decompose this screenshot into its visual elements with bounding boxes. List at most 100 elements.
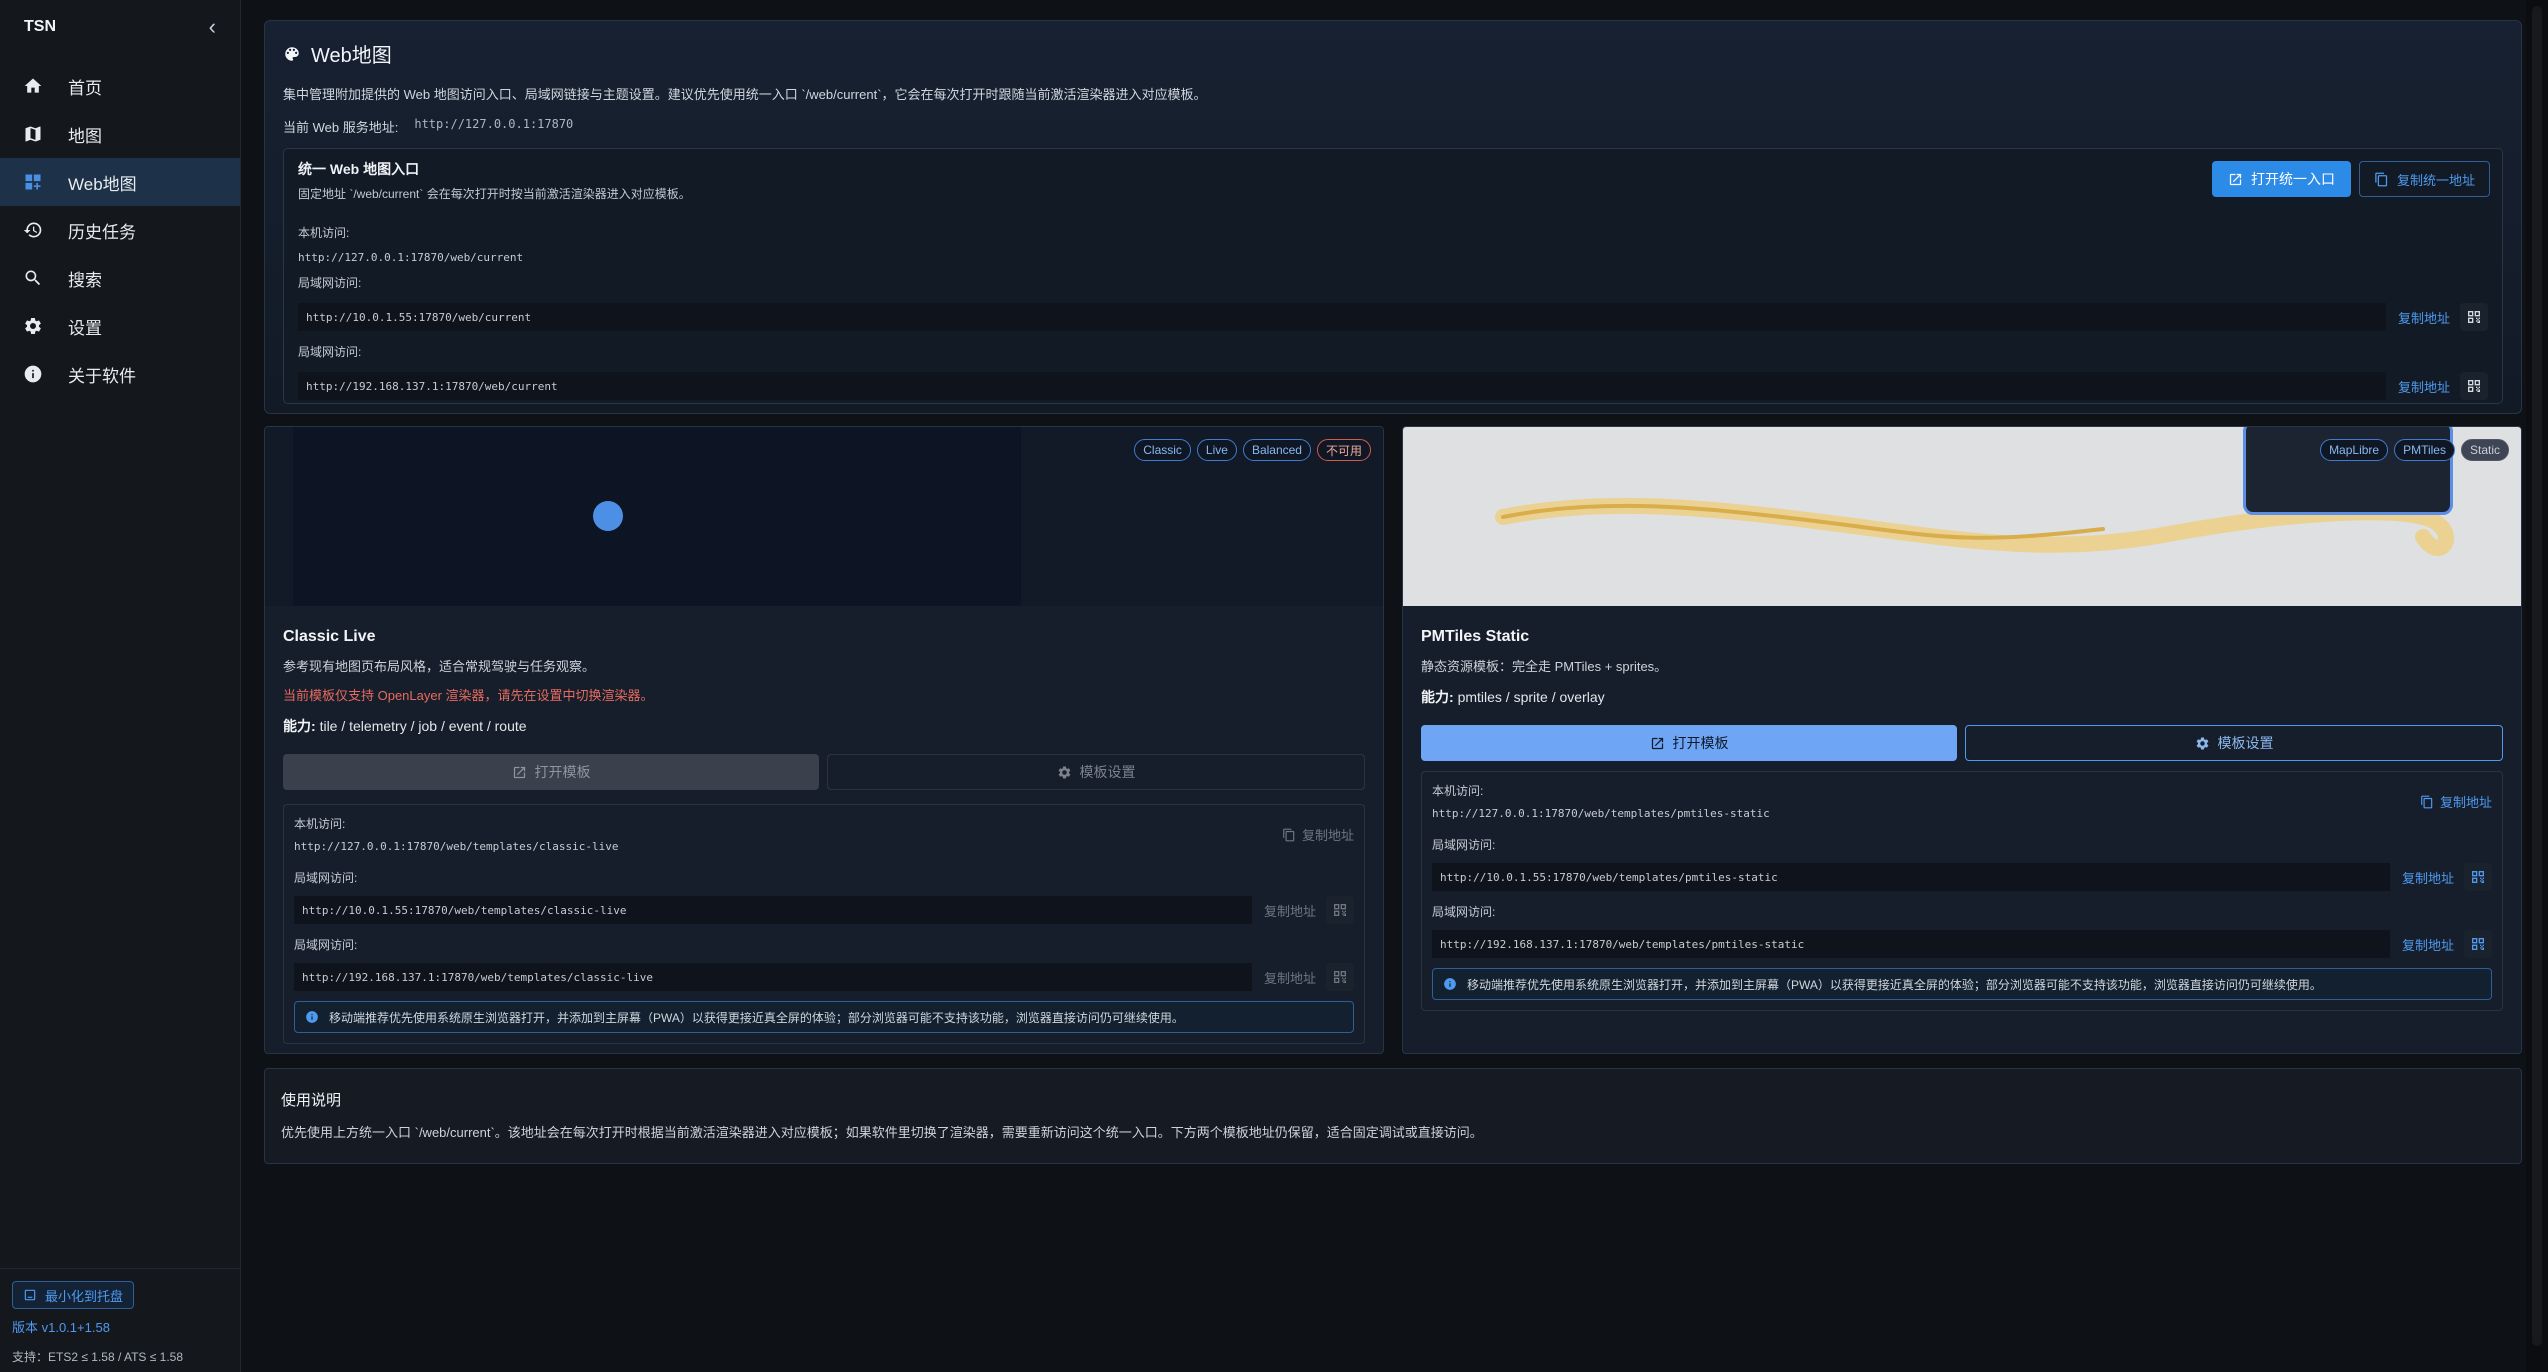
sidebar-item-label: 首页 xyxy=(68,78,102,98)
sidebar-item-label: 关于软件 xyxy=(68,366,136,386)
sidebar-item-settings[interactable]: 设置 xyxy=(0,302,240,350)
copy-address-link[interactable]: 复制地址 xyxy=(1264,901,1316,920)
qr-code-button[interactable] xyxy=(1326,963,1354,991)
template-settings-label: 模板设置 xyxy=(1079,764,1136,780)
chevron-left-icon[interactable]: ‹ xyxy=(209,14,216,40)
local-access-label: 本机访问: xyxy=(294,817,346,831)
sidebar-item-search[interactable]: 搜索 xyxy=(0,254,240,302)
service-address-url: http://127.0.0.1:17870 xyxy=(414,117,574,131)
tag-badge: PMTiles xyxy=(2394,439,2455,461)
lan-url-field[interactable]: http://10.0.1.55:17870/web/templates/pmt… xyxy=(1432,863,2390,891)
open-template-button[interactable]: 打开模板 xyxy=(283,754,819,790)
local-access-label: 本机访问: xyxy=(1432,784,1484,798)
qr-code-button[interactable] xyxy=(2460,372,2488,400)
qr-code-button[interactable] xyxy=(2464,863,2492,891)
copy-unified-address-button[interactable]: 复制统一地址 xyxy=(2358,161,2490,197)
scrollbar-thumb[interactable] xyxy=(2532,6,2542,1346)
copy-address-button[interactable]: 复制地址 xyxy=(1282,825,1354,844)
copy-address-link[interactable]: 复制地址 xyxy=(2402,935,2454,954)
copy-address-link[interactable]: 复制地址 xyxy=(2398,377,2450,396)
qr-code-button[interactable] xyxy=(2464,930,2492,958)
gear-icon xyxy=(1058,766,1070,778)
local-access-url: http://127.0.0.1:17870/web/templates/pmt… xyxy=(1432,807,1770,820)
lan-url-field[interactable]: http://192.168.137.1:17870/web/current xyxy=(298,372,2386,400)
template-title: PMTiles Static xyxy=(1421,628,1530,645)
copy-icon xyxy=(2421,795,2433,808)
external-link-icon xyxy=(1651,737,1663,749)
qr-code-button[interactable] xyxy=(1326,896,1354,924)
tag-badge: Balanced xyxy=(1242,439,1311,461)
open-template-label: 打开模板 xyxy=(1672,735,1729,751)
copy-icon xyxy=(1283,828,1295,841)
lan-url-field[interactable]: http://10.0.1.55:17870/web/templates/cla… xyxy=(294,896,1252,924)
lan-access-label: 局域网访问: xyxy=(298,276,362,290)
template-tags: Classic Live Balanced 不可用 xyxy=(1134,439,1371,461)
local-access-label: 本机访问: xyxy=(298,226,350,240)
sidebar-item-map[interactable]: 地图 xyxy=(0,110,240,158)
unified-entry-card: 统一 Web 地图入口 固定地址 `/web/current` 会在每次打开时按… xyxy=(283,148,2503,404)
unavailable-badge: 不可用 xyxy=(1316,439,1371,461)
sidebar-item-home[interactable]: 首页 xyxy=(0,62,240,110)
pwa-notice-text: 移动端推荐优先使用系统原生浏览器打开，并添加到主屏幕（PWA）以获得更接近真全屏… xyxy=(1467,977,2322,992)
copy-unified-address-label: 复制统一地址 xyxy=(2396,172,2475,188)
sidebar-item-history[interactable]: 历史任务 xyxy=(0,206,240,254)
palette-icon xyxy=(285,46,299,61)
preview-map-area xyxy=(293,427,1021,606)
sidebar-item-about[interactable]: 关于软件 xyxy=(0,350,240,398)
minimize-to-tray-button[interactable]: 最小化到托盘 xyxy=(12,1281,135,1309)
copy-address-button[interactable]: 复制地址 xyxy=(2420,792,2492,811)
qr-code-icon xyxy=(2468,311,2480,323)
lan-access-label: 局域网访问: xyxy=(294,938,358,952)
page-scrollbar[interactable] xyxy=(2526,0,2548,1372)
capability-value: pmtiles / sprite / overlay xyxy=(1457,689,1605,705)
copy-address-link[interactable]: 复制地址 xyxy=(1264,968,1316,987)
qr-code-button[interactable] xyxy=(2460,303,2488,331)
template-card-body: Classic Live 参考现有地图页布局风格，适合常规驾驶与任务观察。 当前… xyxy=(265,606,1383,1044)
lan-url-row: http://192.168.137.1:17870/web/templates… xyxy=(294,963,1354,991)
sidebar-item-label: 设置 xyxy=(68,318,102,338)
gear-icon xyxy=(2196,737,2208,749)
unified-entry-title: 统一 Web 地图入口 xyxy=(298,161,420,177)
tray-button-label: 最小化到托盘 xyxy=(45,1288,124,1304)
template-settings-button[interactable]: 模板设置 xyxy=(827,754,1365,790)
lan-access-label: 局域网访问: xyxy=(294,871,358,885)
open-unified-entry-button[interactable]: 打开统一入口 xyxy=(2211,161,2351,197)
sidebar-item-webmap[interactable]: Web地图 xyxy=(0,158,240,206)
lan-url-row: http://192.168.137.1:17870/web/templates… xyxy=(1432,930,2492,958)
usage-title: 使用说明 xyxy=(281,1092,342,1109)
template-capability: 能力: tile / telemetry / job / event / rou… xyxy=(283,716,1365,736)
template-preview: Classic Live Balanced 不可用 xyxy=(265,427,1383,606)
usage-text: 优先使用上方统一入口 `/web/current`。该地址会在每次打开时根据当前… xyxy=(281,1125,1483,1140)
local-access-url: http://127.0.0.1:17870/web/templates/cla… xyxy=(294,840,619,853)
template-capability: 能力: pmtiles / sprite / overlay xyxy=(1421,687,2503,707)
qr-code-icon xyxy=(2468,380,2480,392)
copy-icon xyxy=(2375,172,2388,186)
lan-url-field[interactable]: http://10.0.1.55:17870/web/current xyxy=(298,303,2386,331)
qr-code-icon xyxy=(2472,938,2484,950)
sidebar-item-label: 搜索 xyxy=(68,270,102,290)
sidebar: TSN ‹ 首页 地图 Web地图 历史任务 搜索 设置 关于软件 最小化到托盘… xyxy=(0,0,241,1372)
history-icon xyxy=(22,219,44,241)
open-template-label: 打开模板 xyxy=(534,764,591,780)
template-access-box: 本机访问: http://127.0.0.1:17870/web/templat… xyxy=(283,804,1365,1044)
copy-address-link[interactable]: 复制地址 xyxy=(2398,308,2450,327)
template-settings-button[interactable]: 模板设置 xyxy=(1965,725,2503,761)
lan-url-field[interactable]: http://192.168.137.1:17870/web/templates… xyxy=(294,963,1252,991)
version-text: 版本 v1.0.1+1.58 xyxy=(12,1320,110,1335)
pwa-notice: 移动端推荐优先使用系统原生浏览器打开，并添加到主屏幕（PWA）以获得更接近真全屏… xyxy=(294,1001,1354,1033)
sidebar-nav: 首页 地图 Web地图 历史任务 搜索 设置 关于软件 xyxy=(0,62,240,398)
position-marker xyxy=(593,501,623,531)
copy-address-link[interactable]: 复制地址 xyxy=(2402,868,2454,887)
capability-value: tile / telemetry / job / event / route xyxy=(319,718,527,734)
service-address: 当前 Web 服务地址: http://127.0.0.1:17870 xyxy=(283,117,2503,136)
template-access-box: 本机访问: http://127.0.0.1:17870/web/templat… xyxy=(1421,771,2503,1011)
lan-access-label: 局域网访问: xyxy=(1432,838,1496,852)
app-brand: TSN xyxy=(24,18,56,35)
lan-url-row: http://10.0.1.55:17870/web/templates/pmt… xyxy=(1432,863,2492,891)
copy-address-label: 复制地址 xyxy=(2439,795,2492,810)
lan-url-field[interactable]: http://192.168.137.1:17870/web/templates… xyxy=(1432,930,2390,958)
lan-url-row: http://10.0.1.55:17870/web/current 复制地址 xyxy=(298,303,2488,331)
info-icon xyxy=(22,363,44,385)
open-template-button[interactable]: 打开模板 xyxy=(1421,725,1957,761)
capability-label: 能力: xyxy=(1421,689,1454,705)
